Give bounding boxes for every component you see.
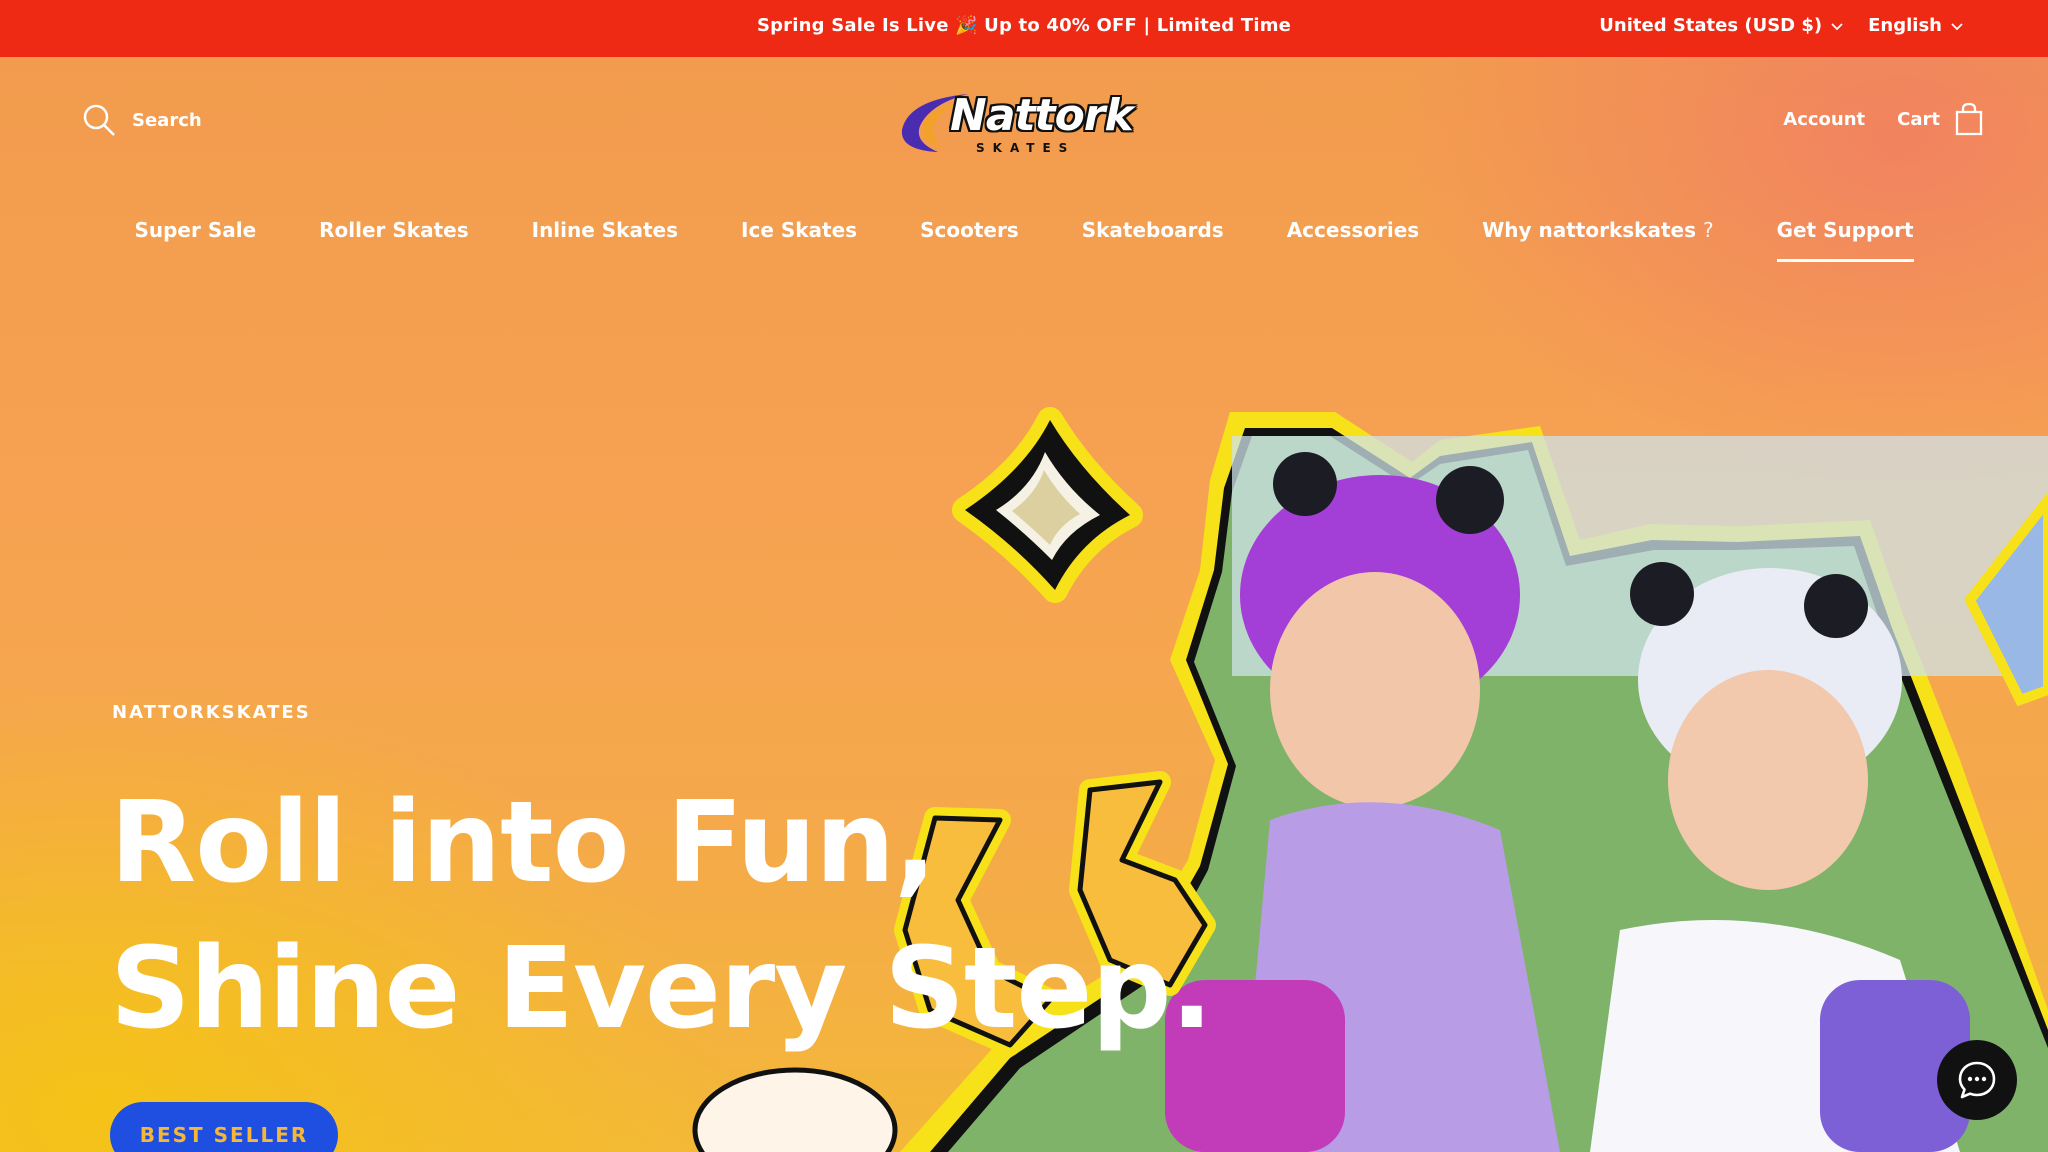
language-label: English [1868,15,1942,36]
chat-button[interactable] [1937,1040,2017,1120]
nav-item-suffix: ? [1702,218,1714,242]
nav-item-skateboards[interactable]: Skateboards [1082,218,1224,262]
cart-button[interactable]: Cart [1897,102,1984,136]
search-label: Search [132,109,202,131]
logo-wordmark: Nattork [950,90,1134,141]
account-link[interactable]: Account [1783,109,1865,130]
search-icon [83,104,115,136]
chevron-down-icon [1951,22,1963,30]
nav-item-scooters[interactable]: Scooters [920,218,1019,262]
currency-label: United States (USD $) [1599,15,1823,36]
hero-headline: Roll into Fun, Shine Every Step. [110,770,1213,1062]
nav-item-accessories[interactable]: Accessories [1287,218,1420,262]
chat-icon [1958,1061,1996,1099]
hero-eyebrow: NATTORKSKATES [112,702,311,723]
currency-selector[interactable]: United States (USD $) [1599,15,1844,36]
logo-subtext: SKATES [976,141,1076,155]
cart-bag-icon [1955,102,1983,136]
account-cart: Account Cart [1783,102,1984,136]
nav-item-roller-skates[interactable]: Roller Skates [319,218,468,262]
search-button[interactable]: Search [82,103,202,137]
nav-item-inline-skates[interactable]: Inline Skates [532,218,678,262]
nav-item-get-support[interactable]: Get Support [1776,218,1914,262]
nav-item-why-nattorkskates[interactable]: Why nattorkskates ? [1482,218,1713,262]
nav-item-ice-skates[interactable]: Ice Skates [741,218,857,262]
best-seller-button[interactable]: BEST SELLER [110,1102,338,1152]
hero-headline-line1: Roll into Fun, [110,778,937,908]
announcement-bar: Spring Sale Is Live 🎉 Up to 40% OFF | Li… [0,0,2048,57]
cart-label: Cart [1897,108,1940,130]
nav-item-label: Why nattorkskates [1482,218,1696,242]
nav-item-super-sale[interactable]: Super Sale [134,218,256,262]
main-nav: Super Sale Roller Skates Inline Skates I… [0,218,2048,262]
hero-headline-line2: Shine Every Step. [110,924,1213,1054]
chevron-down-icon [1831,22,1843,30]
locale-selectors: United States (USD $) English [1599,15,1964,36]
language-selector[interactable]: English [1868,15,1964,36]
brand-logo[interactable]: Nattork SKATES [898,86,1150,160]
